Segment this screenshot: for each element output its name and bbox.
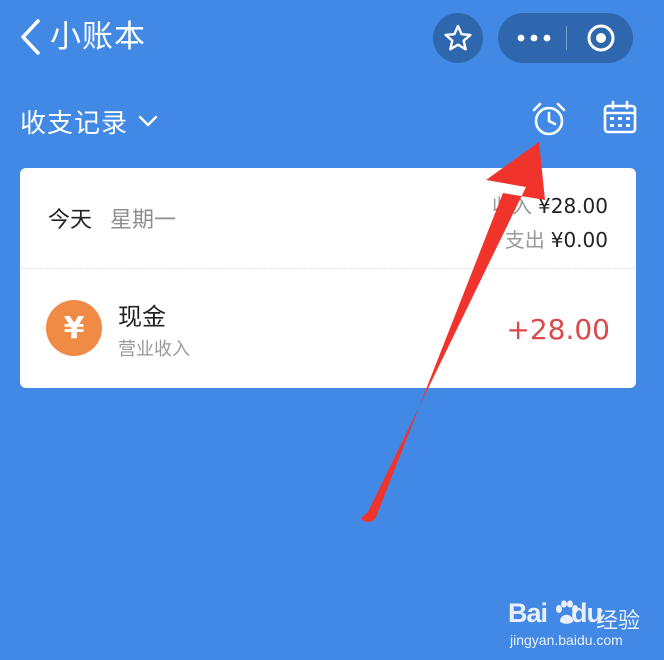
day-summary-row: 今天 星期一 收入 ¥28.00 支出 ¥0.00 [20, 168, 636, 268]
record-type-dropdown[interactable]: 收支记录 [20, 96, 158, 146]
page-title: 小账本 [50, 19, 146, 55]
expense-label: 支出 [504, 228, 545, 252]
entry-category: 营业收入 [118, 339, 190, 360]
income-total: 收入 ¥28.00 [492, 190, 608, 219]
day-label: 今天 [48, 208, 93, 233]
watermark-suffix: 经验 [596, 609, 641, 634]
more-dots-icon [517, 34, 551, 42]
records-toolbar: 收支记录 [0, 96, 664, 146]
target-circle-icon [587, 24, 615, 52]
top-nav-bar: 小账本 [0, 0, 664, 76]
capsule-divider [566, 26, 567, 50]
weekday-label: 星期一 [110, 208, 177, 233]
expense-total: 支出 ¥0.00 [505, 224, 608, 253]
entry-account-name: 现金 [118, 303, 166, 331]
close-miniprogram-button[interactable] [572, 13, 630, 63]
watermark-url: jingyan.baidu.com [510, 632, 623, 648]
income-value: ¥28.00 [538, 194, 608, 218]
list-item[interactable]: ¥ 现金 营业收入 +28.00 [20, 269, 636, 388]
entry-amount: +28.00 [506, 313, 610, 346]
income-label: 收入 [492, 194, 533, 218]
calendar-icon [603, 100, 637, 134]
records-card: 今天 星期一 收入 ¥28.00 支出 ¥0.00 ¥ 现金 营业收入 +28.00 [20, 168, 636, 388]
yen-icon: ¥ [46, 300, 102, 356]
miniprogram-capsule [498, 13, 633, 63]
back-button[interactable] [14, 16, 48, 58]
more-button[interactable] [498, 13, 570, 63]
record-type-label: 收支记录 [20, 108, 129, 139]
star-icon [444, 24, 472, 51]
favorite-button[interactable] [433, 13, 483, 63]
chevron-down-icon [138, 115, 158, 127]
reminder-button[interactable] [530, 100, 568, 138]
chevron-left-icon [21, 19, 40, 55]
calendar-button[interactable] [602, 100, 638, 136]
paw-icon [556, 600, 578, 624]
baidu-jingyan-watermark: Bai du 经验 jingyan.baidu.com [508, 598, 658, 654]
alarm-clock-icon [532, 102, 566, 136]
expense-value: ¥0.00 [550, 228, 608, 252]
